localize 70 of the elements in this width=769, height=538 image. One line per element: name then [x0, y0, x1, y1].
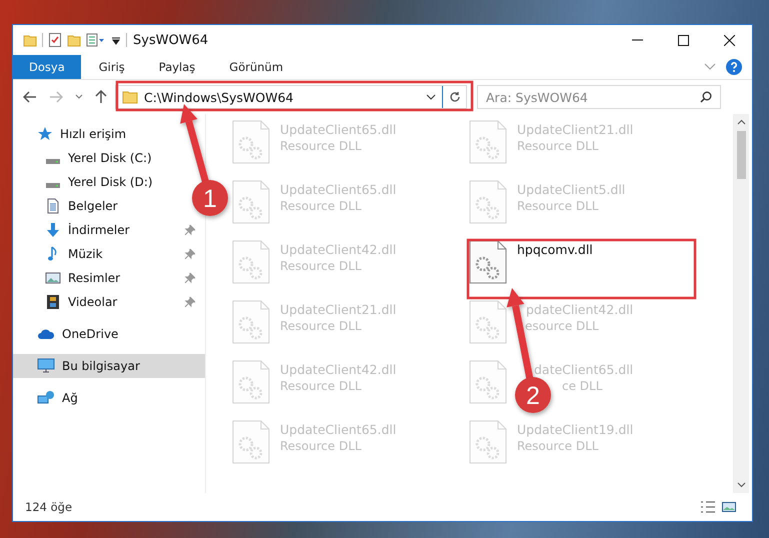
film-icon — [45, 294, 61, 310]
dropdown-caret-icon[interactable] — [426, 94, 436, 100]
scroll-up-icon[interactable] — [736, 119, 746, 125]
sidebar-item[interactable]: OneDrive — [13, 322, 124, 346]
maximize-icon — [678, 34, 688, 46]
properties-icon[interactable] — [86, 33, 106, 47]
file-type: Resource DLL — [517, 439, 600, 453]
file-type: Resource DLL — [280, 199, 362, 213]
item-count: 124 öğe — [25, 500, 72, 514]
sidebar-item[interactable]: İndirmeler — [13, 218, 205, 242]
download-arrow-icon — [45, 222, 61, 238]
sidebar-item[interactable]: Belgeler — [13, 194, 124, 218]
file-type: Resource DLL — [280, 379, 362, 393]
scroll-down-icon[interactable] — [736, 482, 746, 488]
minimize-icon — [632, 39, 642, 41]
search-icon — [700, 91, 712, 103]
sidebar-item[interactable]: Müzik — [13, 242, 205, 266]
pin-icon[interactable] — [185, 297, 195, 307]
file-type: Resource DLL — [280, 319, 362, 333]
close-icon — [724, 34, 734, 46]
pin-icon[interactable] — [185, 273, 195, 283]
recent-locations-icon[interactable] — [75, 94, 83, 100]
step-badge — [192, 180, 228, 216]
back-arrow-icon[interactable] — [23, 91, 37, 103]
sidebar-item[interactable]: Resimler — [13, 266, 205, 290]
window-title: SysWOW64 — [133, 32, 208, 48]
picture-icon — [45, 270, 61, 286]
pin-icon[interactable] — [185, 225, 195, 235]
file-type: Resource DLL — [517, 139, 600, 153]
star-icon — [37, 126, 53, 142]
sidebar-item[interactable]: Videolar — [13, 290, 205, 314]
sidebar-item[interactable]: Yerel Disk (C:) — [13, 146, 158, 170]
document-icon — [45, 198, 61, 214]
monitor-icon — [37, 358, 55, 374]
help-icon[interactable] — [726, 59, 742, 75]
ribbon-tab[interactable]: Giriş — [82, 55, 141, 79]
up-arrow-icon[interactable] — [95, 90, 107, 104]
file-type: ce DLL — [562, 379, 604, 393]
sidebar-item[interactable]: Yerel Disk (D:) — [13, 170, 159, 194]
sidebar-item[interactable]: Ağ — [13, 386, 84, 410]
file-type: Resource DLL — [280, 139, 362, 153]
scrollbar-thumb[interactable] — [736, 131, 746, 179]
checklist-icon[interactable] — [48, 33, 62, 47]
step-number: 2 — [526, 382, 540, 410]
sidebar-item[interactable]: Bu bilgisayar — [13, 354, 205, 378]
file-type: Resource DLL — [517, 199, 600, 213]
search-field[interactable]: Ara: SysWOW64 — [477, 85, 721, 109]
step-number: 1 — [203, 185, 217, 213]
drive-icon — [46, 158, 60, 164]
file-type: esource DLL — [525, 319, 600, 333]
folder-icon — [122, 90, 138, 104]
expand-ribbon-icon[interactable] — [704, 63, 716, 71]
file-type: Resource DLL — [280, 439, 362, 453]
file-type: Resource DLL — [280, 259, 362, 273]
drive-icon — [46, 182, 60, 188]
large-icons-view-icon[interactable] — [722, 501, 736, 513]
sidebar-item[interactable]: Hızlı erişim — [13, 122, 132, 146]
scrollbar[interactable] — [733, 114, 749, 493]
file-name[interactable]: hpqcomv.dll — [517, 242, 593, 257]
cloud-icon — [37, 328, 55, 340]
network-icon — [37, 390, 55, 406]
ribbon-tab[interactable]: Dosya — [13, 55, 81, 79]
address-bar[interactable]: C:\Windows\SysWOW64 — [115, 85, 467, 109]
ribbon-tab[interactable]: Görünüm — [213, 55, 300, 79]
ribbon-tab[interactable]: Paylaş — [142, 55, 212, 79]
step-badge — [515, 377, 551, 413]
details-view-icon[interactable] — [700, 501, 716, 513]
pin-icon[interactable] — [185, 249, 195, 259]
address-path: C:\Windows\SysWOW64 — [144, 90, 294, 104]
refresh-icon — [448, 91, 460, 103]
